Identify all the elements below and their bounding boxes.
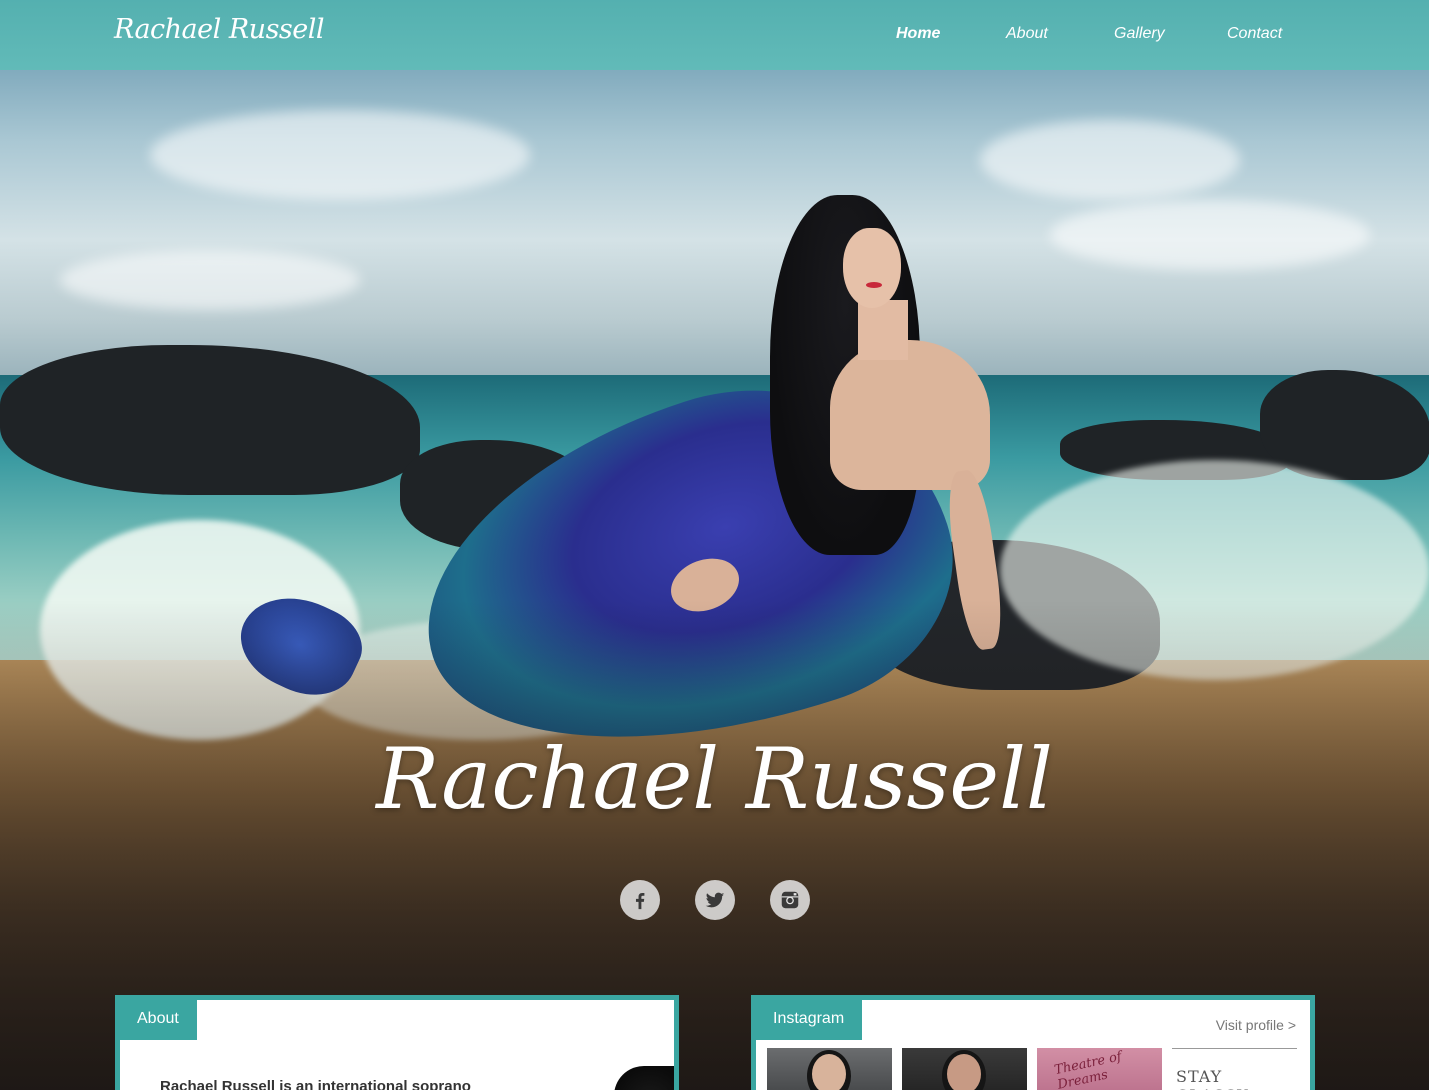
facebook-link[interactable] <box>620 880 660 920</box>
instagram-tab: Instagram <box>755 999 863 1040</box>
hero-vignette <box>0 0 1429 1090</box>
thumb-classy-text: STAY CLASSY <box>1176 1067 1248 1090</box>
facebook-icon <box>635 892 645 910</box>
visit-profile-link[interactable]: Visit profile > <box>1216 1017 1296 1033</box>
about-tab: About <box>119 999 197 1040</box>
instagram-thumb[interactable]: STAY CLASSY <box>1172 1048 1297 1090</box>
instagram-panel: Instagram Visit profile > Theatre of Dre… <box>751 995 1315 1090</box>
social-links <box>620 880 810 920</box>
about-portrait <box>614 1066 674 1090</box>
nav-about[interactable]: About <box>1006 25 1048 43</box>
instagram-thumbs: Theatre of Dreams STAY CLASSY <box>767 1048 1297 1090</box>
brand-logo[interactable]: Rachael Russell <box>114 14 325 45</box>
about-text: Rachael Russell is an international sopr… <box>160 1078 471 1090</box>
twitter-icon <box>705 892 725 908</box>
instagram-icon <box>781 891 799 909</box>
instagram-link[interactable] <box>770 880 810 920</box>
thumb-sign-text: Theatre of Dreams <box>1053 1049 1124 1090</box>
thumb-face <box>812 1054 846 1090</box>
nav-home[interactable]: Home <box>896 25 940 43</box>
instagram-thumb[interactable] <box>902 1048 1027 1090</box>
nav-gallery[interactable]: Gallery <box>1114 25 1165 43</box>
about-panel: About Rachael Russell is an internationa… <box>115 995 679 1090</box>
top-navbar: Rachael Russell Home About Gallery Conta… <box>0 0 1429 70</box>
hero-title: Rachael Russell <box>376 730 1053 828</box>
hero-section <box>0 0 1429 1090</box>
thumb-face <box>947 1054 981 1090</box>
twitter-link[interactable] <box>695 880 735 920</box>
instagram-thumb[interactable]: Theatre of Dreams <box>1037 1048 1162 1090</box>
instagram-thumb[interactable] <box>767 1048 892 1090</box>
nav-contact[interactable]: Contact <box>1227 25 1282 43</box>
